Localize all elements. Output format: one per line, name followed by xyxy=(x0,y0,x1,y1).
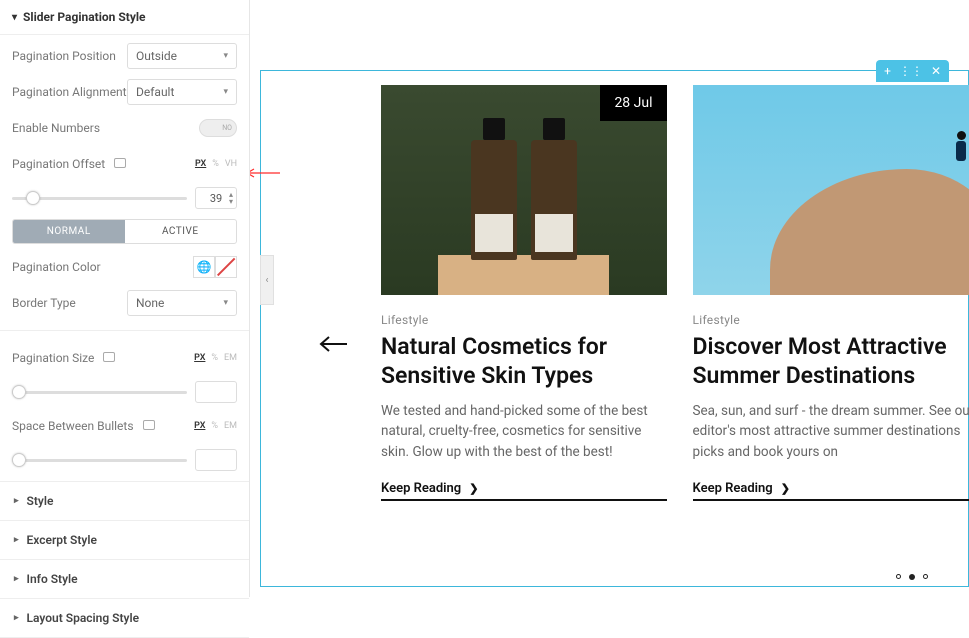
label-pagination-alignment: Pagination Alignment xyxy=(12,85,127,99)
label-space-between-bullets: Space Between Bullets xyxy=(12,419,155,433)
label-pagination-position: Pagination Position xyxy=(12,49,116,63)
section-edit-handle: + ⋮⋮ ✕ xyxy=(876,60,949,82)
style-sidebar: ▾ Slider Pagination Style Pagination Pos… xyxy=(0,0,250,597)
post-card[interactable]: Lifestyle Discover Most Attractive Summe… xyxy=(693,85,969,501)
label-border-type: Border Type xyxy=(12,296,76,310)
post-title[interactable]: Discover Most Attractive Summer Destinat… xyxy=(693,333,969,391)
tab-active[interactable]: ACTIVE xyxy=(125,220,237,243)
input-space-between[interactable] xyxy=(195,449,237,471)
unit-switch-space[interactable]: PX % EM xyxy=(194,421,237,431)
unit-switch-offset[interactable]: PX % VH xyxy=(195,159,237,169)
toggle-enable-numbers[interactable]: NO xyxy=(199,119,237,137)
post-date-badge: 28 Jul xyxy=(600,85,666,121)
slider-thumb[interactable] xyxy=(12,453,26,467)
post-category[interactable]: Lifestyle xyxy=(381,313,667,327)
chevron-right-icon: ❯ xyxy=(469,482,478,495)
select-pagination-alignment[interactable]: Default ▾ xyxy=(127,79,237,105)
stepper-icon[interactable]: ▴▾ xyxy=(229,191,233,205)
chevron-down-icon: ▾ xyxy=(223,298,228,308)
label-enable-numbers: Enable Numbers xyxy=(12,121,100,135)
caret-down-icon: ▾ xyxy=(12,12,17,23)
accordion-list: Style Excerpt Style Info Style Layout Sp… xyxy=(0,481,249,638)
post-category[interactable]: Lifestyle xyxy=(693,313,969,327)
read-more-link[interactable]: Keep Reading ❯ xyxy=(381,481,667,501)
pagination-dot[interactable] xyxy=(923,574,928,579)
responsive-icon[interactable] xyxy=(143,420,155,430)
responsive-icon[interactable] xyxy=(103,352,115,362)
post-image xyxy=(693,85,969,295)
slider-space-between[interactable] xyxy=(12,459,187,462)
state-tabs: NORMAL ACTIVE xyxy=(12,219,237,244)
slider-thumb[interactable] xyxy=(26,191,40,205)
tab-normal[interactable]: NORMAL xyxy=(13,220,125,243)
post-carousel: 28 Jul Lifestyle Natural Cosmetics for S… xyxy=(381,85,969,501)
section-title: Slider Pagination Style xyxy=(23,10,146,24)
accordion-excerpt-style[interactable]: Excerpt Style xyxy=(0,521,249,560)
pagination-dot-active[interactable] xyxy=(909,574,915,580)
slider-prev-arrow[interactable] xyxy=(319,331,349,361)
editor-canvas: ‹ 28 Jul Lifestyle Natural Cosmetics for… xyxy=(260,70,969,587)
color-picker-none[interactable] xyxy=(215,256,237,278)
chevron-right-icon: ❯ xyxy=(781,482,790,495)
accordion-style[interactable]: Style xyxy=(0,482,249,521)
chevron-down-icon: ▾ xyxy=(223,51,228,61)
slider-pagination-size[interactable] xyxy=(12,391,187,394)
post-card[interactable]: 28 Jul Lifestyle Natural Cosmetics for S… xyxy=(381,85,667,501)
slider-thumb[interactable] xyxy=(12,385,26,399)
pagination-dot[interactable] xyxy=(896,574,901,579)
section-slider-pagination-style[interactable]: ▾ Slider Pagination Style xyxy=(0,0,249,35)
panel-collapse-button[interactable]: ‹ xyxy=(260,255,274,305)
drag-section-icon[interactable]: ⋮⋮ xyxy=(899,64,923,78)
read-more-link[interactable]: Keep Reading ❯ xyxy=(693,481,969,501)
close-section-icon[interactable]: ✕ xyxy=(931,64,941,78)
select-border-type[interactable]: None ▾ xyxy=(127,290,237,316)
chevron-down-icon: ▾ xyxy=(223,87,228,97)
slider-pagination-offset[interactable] xyxy=(12,197,187,200)
post-excerpt: Sea, sun, and surf - the dream summer. S… xyxy=(693,401,969,464)
input-pagination-size[interactable] xyxy=(195,381,237,403)
global-color-icon[interactable]: 🌐 xyxy=(193,256,215,278)
pagination-dots xyxy=(896,574,928,580)
post-excerpt: We tested and hand-picked some of the be… xyxy=(381,401,667,464)
accordion-info-style[interactable]: Info Style xyxy=(0,560,249,599)
accordion-layout-spacing-style[interactable]: Layout Spacing Style xyxy=(0,599,249,638)
input-pagination-offset[interactable]: 39 ▴▾ xyxy=(195,187,237,209)
select-pagination-position[interactable]: Outside ▾ xyxy=(127,43,237,69)
controls-group: Pagination Position Outside ▾ Pagination… xyxy=(0,35,249,475)
post-title[interactable]: Natural Cosmetics for Sensitive Skin Typ… xyxy=(381,333,667,391)
label-pagination-color: Pagination Color xyxy=(12,260,101,274)
label-pagination-size: Pagination Size xyxy=(12,351,115,365)
post-image: 28 Jul xyxy=(381,85,667,295)
label-pagination-offset: Pagination Offset xyxy=(12,157,126,171)
add-section-icon[interactable]: + xyxy=(884,64,891,78)
unit-switch-size[interactable]: PX % EM xyxy=(194,353,237,363)
preview-area: + ⋮⋮ ✕ ‹ 28 Jul Lifestyle Natural Cosmet… xyxy=(250,0,969,597)
responsive-icon[interactable] xyxy=(114,158,126,168)
